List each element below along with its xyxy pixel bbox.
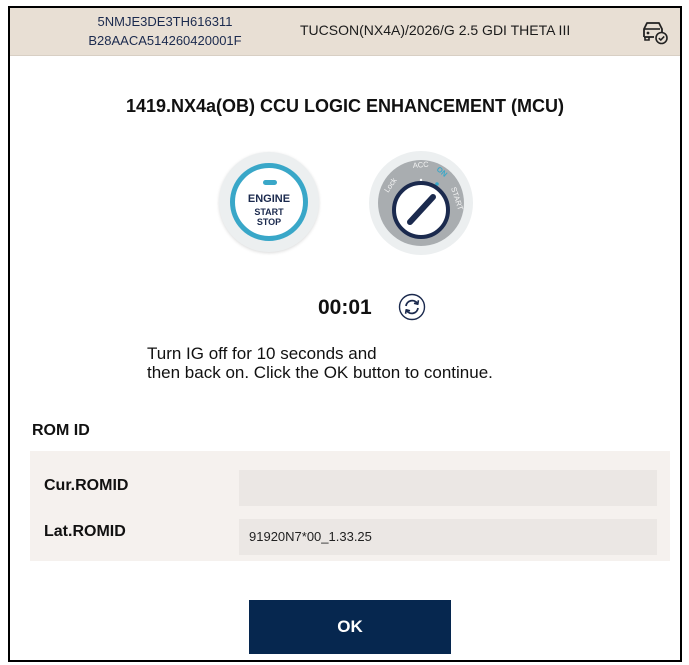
engine-led-indicator	[263, 180, 277, 185]
timer-row: 00:01	[10, 292, 680, 328]
countdown-timer: 00:01	[318, 296, 372, 319]
stop-label: STOP	[256, 217, 282, 227]
key-pos-acc: ACC	[412, 160, 429, 170]
serial-number: B28AACA514260420001F	[88, 33, 242, 48]
instruction-text: Turn IG off for 10 seconds and then back…	[147, 344, 587, 382]
vehicle-header: 5NMJE3DE3TH616311 B28AACA514260420001F T…	[10, 8, 680, 56]
dialog-frame: 5NMJE3DE3TH616311 B28AACA514260420001F T…	[8, 6, 682, 662]
vehicle-info: TUCSON(NX4A)/2026/G 2.5 GDI THETA III	[300, 22, 571, 38]
engine-start-stop-icon: ENGINE START STOP	[219, 152, 319, 252]
ok-button[interactable]: OK	[249, 600, 451, 654]
cur-romid-label: Cur.ROMID	[44, 477, 129, 494]
engine-label: ENGINE	[247, 193, 291, 205]
rom-id-panel: Cur.ROMID Lat.ROMID 91920N7*00_1.33.25	[30, 451, 670, 561]
engine-button-face: ENGINE START STOP	[230, 163, 308, 241]
vehicle-check-icon[interactable]	[640, 18, 670, 46]
ignition-key-icon: Lock ACC ON START	[369, 151, 473, 255]
procedure-title: 1419.NX4a(OB) CCU LOGIC ENHANCEMENT (MCU…	[125, 96, 565, 116]
instruction-line-2: then back on. Click the OK button to con…	[147, 363, 493, 382]
cur-romid-value	[239, 470, 657, 506]
rom-id-section-label: ROM ID	[32, 422, 90, 439]
lat-romid-value: 91920N7*00_1.33.25	[239, 519, 657, 555]
vin-number: 5NMJE3DE3TH616311	[97, 14, 233, 29]
start-label: START	[254, 207, 284, 217]
refresh-icon[interactable]	[398, 293, 426, 321]
instruction-line-1: Turn IG off for 10 seconds and	[147, 344, 377, 363]
lat-romid-label: Lat.ROMID	[44, 523, 126, 540]
vin-block: 5NMJE3DE3TH616311 B28AACA514260420001F	[40, 12, 290, 50]
